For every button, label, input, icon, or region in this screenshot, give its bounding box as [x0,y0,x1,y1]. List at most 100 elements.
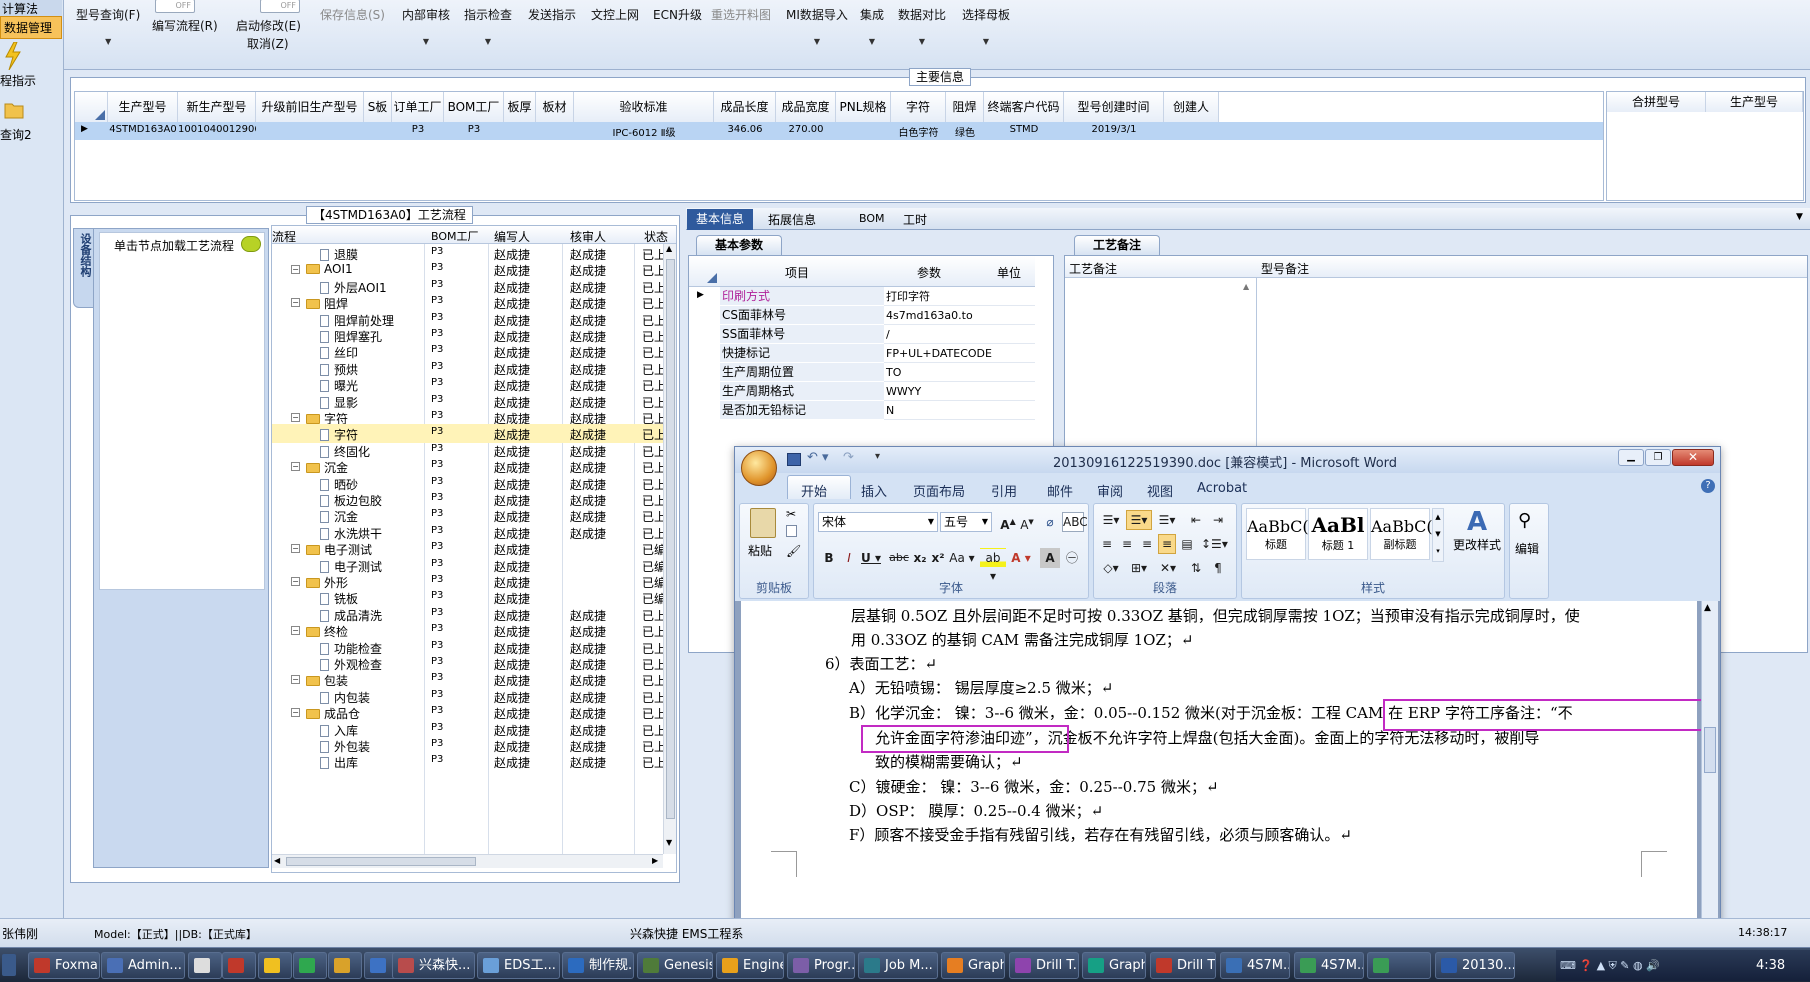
taskbar-button[interactable]: Progr... [787,952,855,979]
toolbar-integration[interactable]: 集成 ▼ [860,6,884,46]
param-value[interactable]: N [884,401,984,420]
minimize-button[interactable]: ▁ [1618,449,1644,466]
toolbar-select-motherboard[interactable]: 选择母板 ▼ [962,6,1010,46]
toolbar-ecn-upgrade[interactable]: ECN升级 [653,6,702,23]
table-row[interactable]: ▶ 4STMD163A010010400129063 P3 P3 IPC-6012 Ⅱ… [75,122,1603,140]
align-center-button[interactable]: ≡ [1118,534,1136,554]
taskbar-button[interactable]: Foxmail [28,952,100,979]
office-button-icon[interactable] [741,450,777,486]
superscript-button[interactable]: x² [930,548,946,568]
ribbon-tab-references[interactable]: 引用 [991,481,1017,500]
taskbar-button[interactable]: 制作规... [562,952,634,979]
toolbar-save-info[interactable]: 保存信息(S) [320,6,385,23]
col-header[interactable]: 生产型号 [108,92,178,122]
font-name-select[interactable]: 宋体 ▼ [818,512,938,532]
toolbar-cancel[interactable]: 取消(Z) [247,35,289,52]
char-shading-button[interactable]: A [1040,548,1060,568]
col-header[interactable]: 型号创建时间 [1064,92,1164,122]
paste-label[interactable]: 粘贴 [748,542,772,559]
italic-button[interactable]: I [840,548,858,568]
param-value[interactable]: FP+UL+DATECODE [884,344,992,363]
toolbar-model-query[interactable]: 型号查询(F) ▼ [76,6,140,46]
tree-horizontal-scrollbar[interactable]: ◀ ▶ [272,854,663,868]
chinese-layout-button[interactable]: ✕▾ [1154,558,1182,578]
ribbon-tab-mailings[interactable]: 邮件 [1047,481,1073,500]
change-case-button[interactable]: Aa ▾ [948,548,976,568]
multilevel-list-button[interactable]: ☰▾ [1154,510,1180,530]
param-value[interactable]: TO [884,363,984,382]
close-button[interactable]: ✕ [1672,449,1714,466]
align-right-button[interactable]: ≡ [1138,534,1156,554]
taskbar-button[interactable]: Graph... [941,952,1005,979]
shrink-font-button[interactable]: A▼ [1018,512,1036,532]
quick-access-customize-icon[interactable]: ▾ [875,451,880,462]
taskbar-button[interactable]: 4S7M... [1294,952,1364,979]
scroll-up-icon[interactable]: ▲ [1243,282,1249,291]
collapse-icon[interactable]: − [291,544,300,554]
toolbar-write-flow[interactable]: 编写流程(R) [152,17,218,34]
tab-basic-params[interactable]: 基本参数 [696,235,782,255]
underline-button[interactable]: U ▾ [860,548,882,568]
font-color-button[interactable]: A ▾ [1008,548,1034,568]
scroll-down-icon[interactable]: ▼ [666,838,672,847]
toolbar-start-edit[interactable]: 启动修改(E) [236,17,301,34]
scroll-thumb[interactable] [666,259,675,819]
borders-button[interactable]: ⊞▾ [1126,558,1152,578]
copy-icon[interactable] [786,525,797,537]
nav-item-process-instruction[interactable]: 程指示 [0,72,62,89]
decrease-indent-button[interactable]: ⇤ [1186,510,1206,530]
edit-label[interactable]: 编辑 [1515,540,1539,557]
redo-icon[interactable]: ↷ [843,450,854,465]
ribbon-tab-layout[interactable]: 页面布局 [913,481,965,500]
collapse-icon[interactable]: − [291,265,300,275]
col-header[interactable]: 字符 [891,92,946,122]
format-painter-icon[interactable]: 🖌 [786,544,801,558]
justify-button[interactable]: ≡ [1158,534,1176,554]
toolbar-reselect-cutting[interactable]: 重选开料图 [711,6,771,23]
grow-font-button[interactable]: A▲ [998,512,1018,532]
toggle-switch[interactable]: OFF [155,0,195,13]
col-header[interactable]: 升级前旧生产型号 [256,92,364,122]
paste-icon[interactable] [750,508,776,538]
undo-icon[interactable]: ↶ ▾ [807,450,829,465]
show-marks-button[interactable]: ¶ [1208,558,1228,578]
collapse-icon[interactable]: − [291,708,300,718]
col-header[interactable]: BOM工厂 [444,92,504,122]
sort-button[interactable]: ⇅ [1186,558,1206,578]
tab-process-notes[interactable]: 工艺备注 [1074,235,1160,255]
taskbar-button[interactable]: Engine... [716,952,784,979]
highlight-color-button[interactable]: ab ▾ [980,548,1006,583]
shading-button[interactable]: ◇▾ [1098,558,1124,578]
enclose-char-button[interactable]: ㊀ [1062,548,1082,568]
col-header[interactable]: 板材 [536,92,574,122]
ribbon-tab-home[interactable]: 开始 [801,481,827,500]
param-row[interactable]: SS面菲林号 / [689,325,1035,344]
ribbon-tab-view[interactable]: 视图 [1147,481,1173,500]
col-header[interactable]: S板 [364,92,392,122]
col-header[interactable]: 板厚 [504,92,536,122]
taskbar-button[interactable]: Job M... [858,952,938,979]
taskbar-button[interactable]: Drill T... [1009,952,1079,979]
taskbar-button[interactable]: 20130... [1435,952,1515,979]
param-row[interactable]: ▶ 印刷方式 打印字符 [689,287,1035,306]
save-icon[interactable] [787,453,801,466]
taskbar-button[interactable] [188,952,222,979]
taskbar-button[interactable] [293,952,327,979]
toolbar-doc-control-online[interactable]: 文控上网 [591,6,639,23]
param-value[interactable]: WWYY [884,382,984,401]
nav-item-query2[interactable]: 查询2 [0,126,62,143]
maximize-button[interactable]: ❐ [1645,449,1671,466]
taskbar-button[interactable]: 兴森快... [392,952,475,979]
collapse-icon[interactable]: − [291,577,300,586]
col-header[interactable]: 成品长度 [714,92,776,122]
collapse-icon[interactable]: − [291,626,300,636]
taskbar-button[interactable]: 4S7M... [1220,952,1290,979]
taskbar-button[interactable] [1367,952,1431,979]
taskbar-button[interactable] [222,952,256,979]
scroll-up-icon[interactable]: ▲ [1704,603,1711,613]
collapse-icon[interactable]: − [291,298,300,308]
style-heading1[interactable]: AaBl 标题 1 [1308,508,1368,560]
style-subtitle[interactable]: AaBbC( 副标题 [1370,508,1433,560]
scroll-left-icon[interactable]: ◀ [274,856,280,865]
document-page[interactable]: 层基铜 0.5OZ 且外层间距不足时可按 0.33OZ 基铜，但完成铜厚需按 1… [741,601,1709,929]
